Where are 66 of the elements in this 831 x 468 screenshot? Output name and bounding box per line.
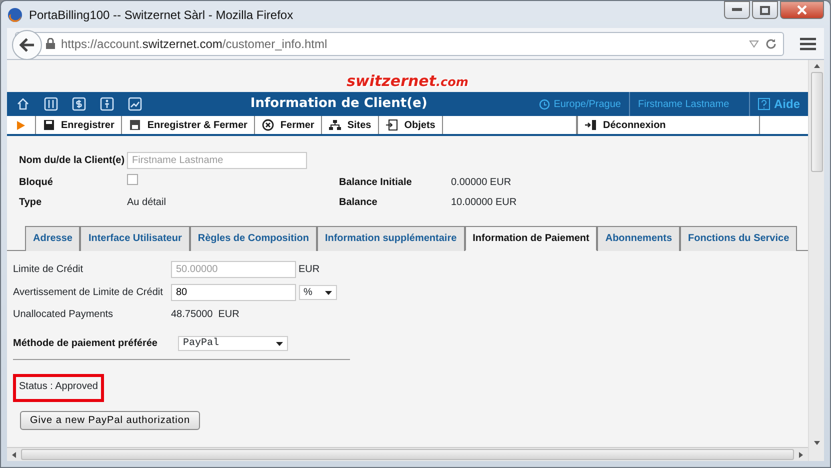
status-text: Status : Approved: [13, 374, 104, 402]
home-icon[interactable]: [16, 97, 30, 111]
chart-icon[interactable]: [128, 97, 142, 111]
clock-icon: [538, 98, 550, 110]
url-text: https://account.switzernet.com/customer_info.html: [61, 36, 328, 52]
field-label: Nom du/de la Client(e): [19, 154, 126, 168]
field-label: Méthode de paiement préférée: [13, 337, 158, 351]
scrollbar-thumb[interactable]: [810, 72, 822, 172]
browser-icon: [7, 6, 23, 22]
menu-icon[interactable]: [800, 36, 816, 50]
blocked-checkbox[interactable]: [127, 174, 138, 185]
field-label: Limite de Crédit: [13, 263, 84, 277]
window-title: PortaBilling100 -- Switzernet Sàrl - Mozilla Firefox: [29, 6, 294, 24]
field-value: Au détail: [127, 196, 167, 210]
field-label: Avertissement de Limite de Crédit: [13, 286, 164, 300]
triangle-icon[interactable]: [17, 120, 25, 130]
logo: switzernet.com: [346, 74, 468, 89]
tab[interactable]: Adresse: [25, 226, 80, 251]
logout-icon: [585, 119, 597, 131]
maximize-button[interactable]: [752, 1, 778, 19]
field-label: Bloqué: [19, 176, 54, 190]
close-icon: [797, 5, 807, 15]
help-icon: [758, 98, 770, 110]
field-label: Balance: [339, 196, 378, 210]
back-arrow-icon: [19, 38, 35, 52]
close-button[interactable]: [780, 1, 824, 19]
warning-field[interactable]: 80: [171, 284, 296, 301]
field-value: 48.75000 EUR: [171, 308, 240, 322]
minimize-button[interactable]: [724, 1, 750, 19]
field-label: Unallocated Payments: [13, 308, 114, 322]
maximize-icon: [760, 6, 770, 14]
save-icon: [43, 119, 55, 131]
dropdown-icon[interactable]: [749, 40, 759, 48]
tab[interactable]: Interface Utilisateur: [80, 226, 190, 251]
scrollbar-thumb[interactable]: [21, 449, 794, 460]
minimize-icon: [732, 8, 742, 12]
tab[interactable]: Information supplémentaire: [316, 226, 465, 251]
sites-icon: [329, 119, 342, 131]
name-field[interactable]: Firstname Lastname: [127, 152, 307, 169]
caret-icon: [276, 342, 283, 346]
save-close-icon: [129, 119, 142, 131]
reload-icon[interactable]: [765, 38, 777, 50]
columns-icon[interactable]: [44, 97, 58, 111]
tab[interactable]: Information de Paiement: [464, 226, 598, 251]
unit-select[interactable]: %: [298, 285, 336, 300]
unit-label: EUR: [298, 263, 320, 277]
page-title: Information de Client(e): [249, 95, 428, 114]
lock-icon: [46, 38, 55, 49]
tab[interactable]: Fonctions du Service: [680, 226, 798, 251]
field-value: 10.00000 EUR: [451, 196, 518, 210]
close-icon: [262, 119, 274, 131]
dollar-icon[interactable]: [72, 97, 86, 111]
back-button[interactable]: [12, 30, 42, 60]
tab[interactable]: Abonnements: [597, 226, 680, 251]
field-label: Type: [19, 196, 43, 210]
field-label: Balance Initiale: [339, 176, 413, 190]
horizontal-scrollbar[interactable]: [7, 447, 808, 461]
payment-method-select[interactable]: PayPal: [178, 336, 288, 351]
objects-icon: [386, 119, 398, 131]
caret-icon: [324, 290, 332, 294]
paypal-authorization-button[interactable]: Give a new PayPal authorization: [20, 411, 200, 430]
logout-button[interactable]: Déconnexion: [577, 116, 760, 134]
person-icon[interactable]: [100, 97, 114, 111]
tab[interactable]: Règles de Composition: [190, 226, 317, 251]
vertical-scrollbar[interactable]: [808, 60, 824, 461]
field-value: 0.00000 EUR: [451, 176, 512, 190]
